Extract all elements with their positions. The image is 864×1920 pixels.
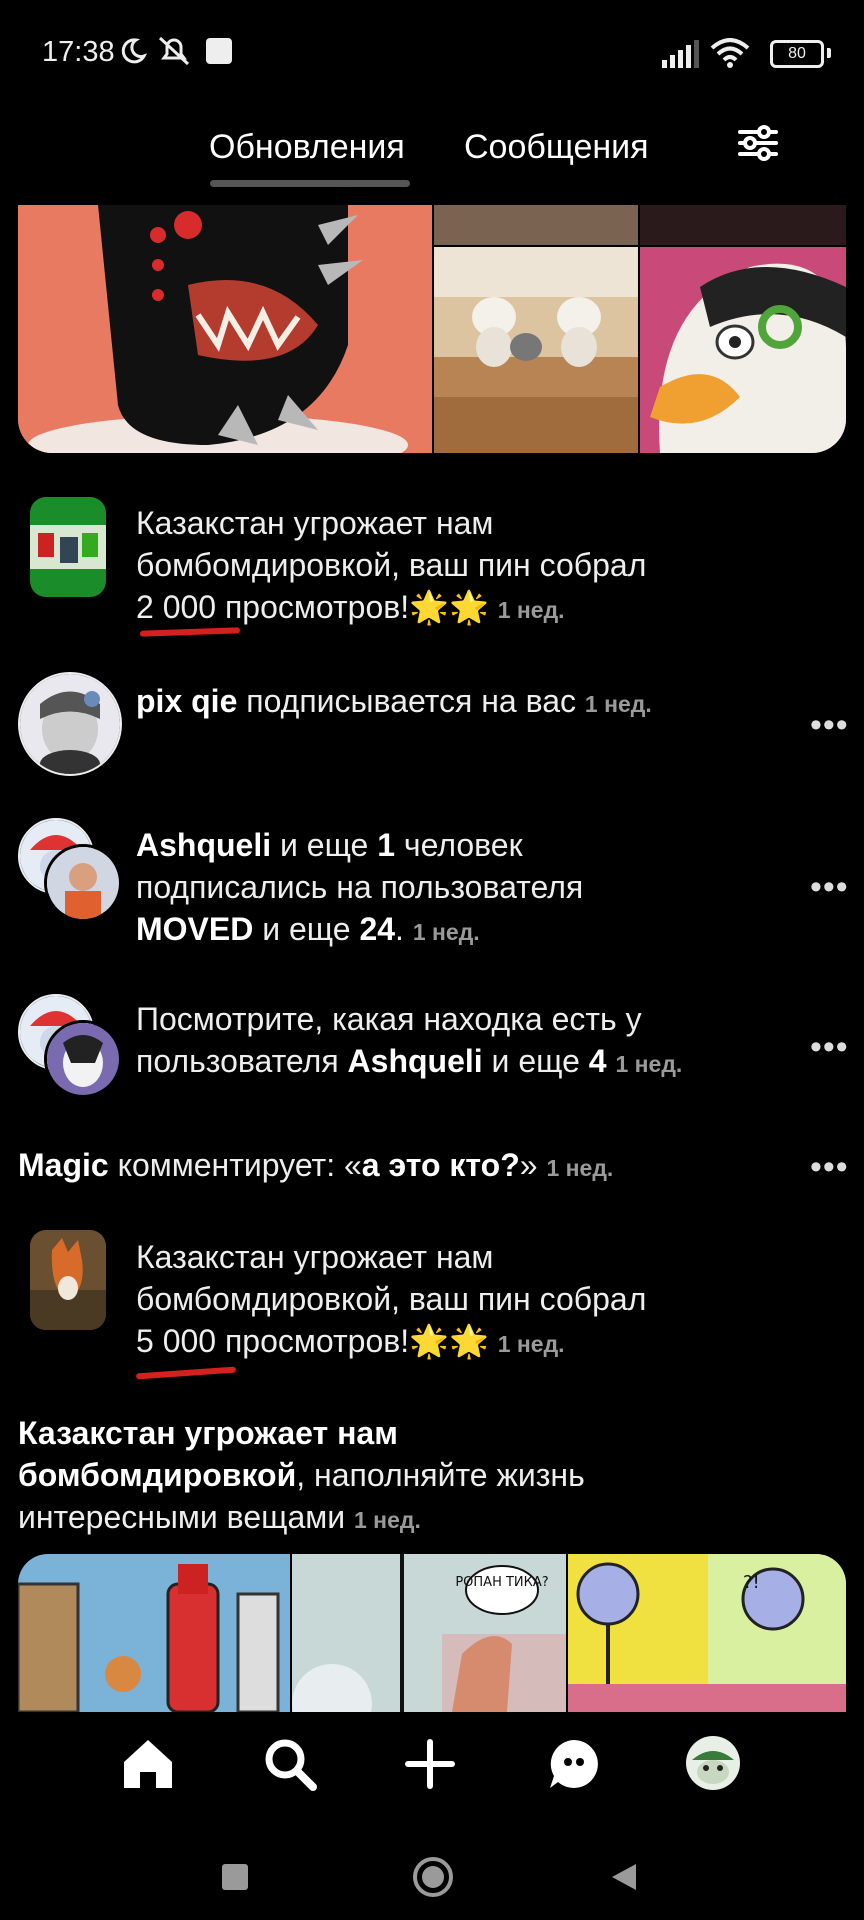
pin-image-cats[interactable] (434, 247, 638, 453)
comic-bubble-text: РОПАН ТИКА? (455, 1575, 548, 1590)
battery-level: 80 (788, 45, 806, 62)
moon-icon (121, 38, 148, 64)
notification-text-line: подписались на пользователя (136, 869, 584, 905)
recent-apps-button[interactable] (222, 1864, 248, 1890)
notification-square-icon (206, 38, 232, 64)
notification-text-line: Посмотрите, какая находка есть у (136, 1001, 642, 1037)
pin-image-yellow[interactable]: ?! (568, 1554, 846, 1712)
text-fragment: пользователя (136, 1043, 339, 1079)
text-fragment: и еще (262, 911, 351, 947)
more-options-icon[interactable]: ••• (810, 1028, 849, 1067)
pin-image-cartoon[interactable] (640, 247, 846, 453)
pin-collage-bottom[interactable]: РОПАН ТИКА? ?! (18, 1554, 846, 1712)
status-bar: 17:38 80 (0, 0, 864, 100)
avatar-user-2[interactable] (44, 844, 122, 922)
bottom-navigation (0, 1712, 864, 1832)
notification-text-line: Казакстан угрожает нам (18, 1412, 778, 1454)
pin-image-shoe[interactable] (18, 205, 432, 453)
pin-image-bfdi[interactable] (18, 1554, 290, 1712)
notification-time: 1 нед. (546, 1155, 614, 1181)
star-emojis: 🌟🌟 (409, 1323, 489, 1359)
star-emojis: 🌟🌟 (409, 589, 489, 625)
notification-time: 1 нед. (497, 1331, 565, 1357)
notification-text-line: 5 000 просмотров!🌟🌟 1 нед. (136, 1320, 776, 1365)
comment-quote: а это кто? (361, 1147, 520, 1183)
tab-updates[interactable]: Обновления (209, 128, 405, 167)
count: 4 (588, 1043, 607, 1079)
notification-text-line: пользователя Ashqueli и еще 4 1 нед. (136, 1040, 756, 1085)
comic-bubble-text: ?! (743, 1572, 760, 1593)
notification-views-5000[interactable]: Казакстан угрожает нам бомбомдировкой, в… (136, 1236, 776, 1365)
text-fragment: комментирует: « (117, 1147, 362, 1183)
username[interactable]: MOVED (136, 911, 253, 947)
text-fragment: , наполняйте жизнь (296, 1457, 585, 1493)
notification-time: 1 нед. (584, 691, 652, 717)
more-options-icon[interactable]: ••• (810, 868, 849, 907)
board-name[interactable]: бомбомдировкой (18, 1457, 296, 1493)
filter-settings-icon[interactable] (736, 124, 780, 162)
messages-icon[interactable] (546, 1736, 602, 1792)
search-icon[interactable] (262, 1736, 318, 1792)
back-button[interactable] (608, 1862, 638, 1892)
pin-collage-top[interactable] (18, 205, 846, 453)
more-options-icon[interactable]: ••• (810, 1148, 849, 1187)
pin-image-comic[interactable]: РОПАН ТИКА? (292, 1554, 566, 1712)
signal-icon (662, 40, 699, 68)
board-name[interactable]: Казакстан угрожает нам (18, 1415, 398, 1451)
username[interactable]: pix qie (136, 683, 237, 719)
wifi-icon (710, 38, 750, 68)
notification-text-line: Ashqueli и еще 1 человек (136, 824, 756, 866)
count: 1 (377, 827, 396, 863)
notification-comment[interactable]: Magic комментирует: «а это кто?» 1 нед. (18, 1144, 778, 1189)
text-fragment: и еще (491, 1043, 580, 1079)
home-icon[interactable] (120, 1736, 176, 1790)
home-button[interactable] (412, 1856, 454, 1898)
notification-views-2000[interactable]: Казакстан угрожает нам бомбомдировкой, в… (136, 502, 776, 631)
red-underline-annotation (135, 1366, 237, 1380)
mute-icon (158, 36, 190, 66)
pin-thumbnail[interactable] (30, 1230, 106, 1330)
notification-time: 1 нед. (412, 919, 480, 945)
notification-board[interactable]: Казакстан угрожает нам бомбомдировкой, н… (18, 1412, 778, 1541)
plus-icon[interactable] (404, 1738, 456, 1790)
views-suffix: просмотров! (224, 589, 410, 625)
avatar-pix-qie[interactable] (18, 672, 122, 776)
notification-text-line: Казакстан угрожает нам (136, 505, 494, 541)
notification-text: подписывается на вас (246, 683, 577, 719)
tab-messages[interactable]: Сообщения (464, 128, 649, 167)
notification-followed-user[interactable]: Ashqueli и еще 1 человек подписались на … (136, 824, 756, 953)
views-count: 5 000 (136, 1323, 217, 1359)
notification-time: 1 нед. (497, 597, 565, 623)
profile-avatar[interactable] (686, 1736, 740, 1790)
notification-time: 1 нед. (354, 1507, 421, 1533)
avatar-user-3[interactable] (44, 1020, 122, 1098)
views-count: 2 000 (136, 589, 217, 625)
username[interactable]: Magic (18, 1147, 109, 1183)
notification-text-line: Казакстан угрожает нам (136, 1239, 494, 1275)
username[interactable]: Ashqueli (136, 827, 271, 863)
notification-text-line: бомбомдировкой, ваш пин собрал (136, 547, 647, 583)
count: 24 (359, 911, 396, 947)
pin-thumbnail[interactable] (30, 497, 106, 597)
tab-active-indicator (210, 180, 410, 187)
username[interactable]: Ashqueli (348, 1043, 483, 1079)
notification-time: 1 нед. (615, 1051, 683, 1077)
system-navigation-bar (0, 1830, 864, 1920)
text-fragment: интересными вещами (18, 1499, 346, 1535)
notification-text-line: 2 000 просмотров!🌟🌟 1 нед. (136, 586, 776, 631)
views-suffix: просмотров! (224, 1323, 410, 1359)
battery-icon: 80 (770, 40, 824, 68)
notification-find[interactable]: Посмотрите, какая находка есть у пользов… (136, 998, 756, 1085)
notification-text-line: бомбомдировкой, ваш пин собрал (136, 1281, 647, 1317)
status-time: 17:38 (42, 36, 115, 68)
text-fragment: и еще (280, 827, 369, 863)
notification-text-line: MOVED и еще 24. 1 нед. (136, 908, 756, 953)
notification-follow[interactable]: pix qie подписывается на вас 1 нед. (136, 680, 756, 725)
more-options-icon[interactable]: ••• (810, 706, 849, 745)
notification-text-line: интересными вещами 1 нед. (18, 1496, 778, 1541)
text-fragment: человек (403, 827, 523, 863)
text-fragment: . (395, 911, 404, 947)
text-fragment: » (519, 1147, 538, 1183)
notification-text-line: бомбомдировкой, наполняйте жизнь (18, 1454, 778, 1496)
